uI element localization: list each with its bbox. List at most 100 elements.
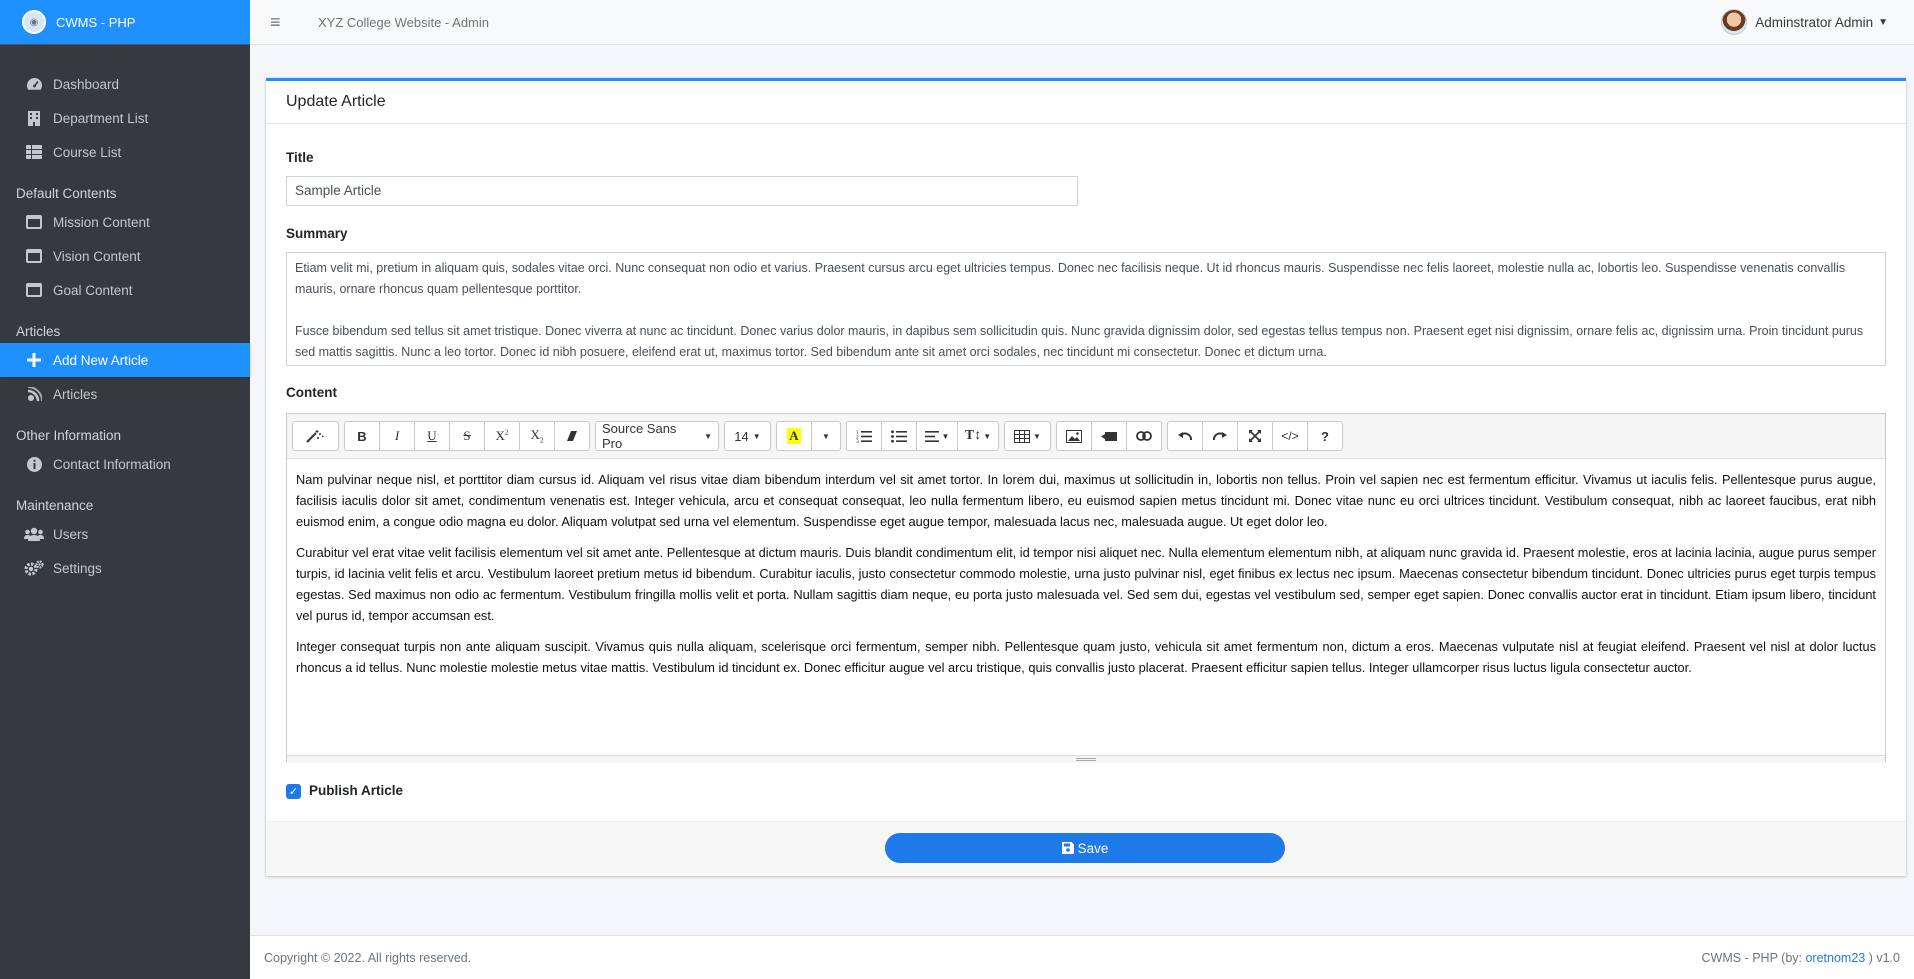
summary-paragraph: Fusce bibendum sed tellus sit amet trist… <box>295 324 1864 359</box>
brand-link[interactable]: ◉ CWMS - PHP <box>0 0 250 45</box>
user-name: Adminstrator Admin <box>1755 14 1874 30</box>
table-icon <box>1014 429 1031 443</box>
save-button-label: Save <box>1077 840 1109 856</box>
paragraph-align-dropdown[interactable]: ▼ <box>916 421 958 451</box>
sidebar-item-label: Contact Information <box>53 456 171 472</box>
publish-article-checkbox[interactable]: ✓ <box>286 784 301 799</box>
text-color-dropdown[interactable]: ▼ <box>811 421 841 451</box>
help-button[interactable]: ? <box>1307 421 1343 451</box>
credit-text: CWMS - PHP (by: oretnom23 ) v1.0 <box>1702 951 1900 965</box>
sidebar-item-label: Department List <box>53 110 149 126</box>
subscript-icon: X2 <box>530 427 544 445</box>
plus-icon <box>24 353 44 367</box>
superscript-icon: X2 <box>495 428 509 443</box>
style-magic-wand-button[interactable] <box>292 421 339 451</box>
video-icon <box>1101 431 1117 441</box>
update-article-card: Update Article Title Sample Article Summ… <box>266 78 1906 876</box>
subscript-button[interactable]: X2 <box>519 421 555 451</box>
hamburger-menu-icon[interactable]: ≡ <box>270 12 310 33</box>
bold-button[interactable]: B <box>344 421 380 451</box>
sidebar-item-settings[interactable]: Settings <box>0 551 250 585</box>
question-icon: ? <box>1321 428 1329 444</box>
insert-picture-button[interactable] <box>1056 421 1092 451</box>
sidebar-item-label: Settings <box>53 560 102 576</box>
insert-link-button[interactable] <box>1126 421 1162 451</box>
strikethrough-button[interactable]: S <box>449 421 485 451</box>
underline-button[interactable]: U <box>414 421 450 451</box>
sidebar-item-users[interactable]: Users <box>0 517 250 551</box>
font-family-dropdown[interactable]: Source Sans Pro ▼ <box>595 421 719 451</box>
sidebar-item-mission-content[interactable]: Mission Content <box>0 205 250 239</box>
font-size-dropdown[interactable]: 14 ▼ <box>724 421 771 451</box>
card-footer: Save <box>266 821 1906 876</box>
summary-textarea[interactable]: Etiam velit mi, pretium in aliquam quis,… <box>286 252 1886 366</box>
author-link[interactable]: oretnom23 <box>1805 951 1865 965</box>
sidebar: ◉ CWMS - PHP Dashboard Department List C… <box>0 0 250 979</box>
users-icon <box>24 527 44 541</box>
credit-suffix: ) v1.0 <box>1865 950 1900 965</box>
line-height-dropdown[interactable]: T↕ ▼ <box>957 421 999 451</box>
sidebar-item-label: Vision Content <box>53 248 141 264</box>
publish-article-label[interactable]: Publish Article <box>309 783 403 798</box>
ordered-list-button[interactable]: 123 <box>846 421 882 451</box>
redo-button[interactable] <box>1202 421 1238 451</box>
picture-icon <box>1066 429 1082 443</box>
sidebar-item-add-new-article[interactable]: Add New Article <box>0 343 250 377</box>
save-button[interactable]: Save <box>885 833 1285 863</box>
caret-down-icon: ▼ <box>704 431 712 441</box>
sidebar-item-label: Dashboard <box>53 76 120 92</box>
sidebar-item-articles[interactable]: Articles <box>0 377 250 411</box>
clear-format-button[interactable] <box>554 421 590 451</box>
content-paragraph: Integer consequat turpis non ante aliqua… <box>296 639 1876 675</box>
sidebar-item-course-list[interactable]: Course List <box>0 135 250 169</box>
code-icon: </> <box>1281 429 1299 443</box>
italic-button[interactable]: I <box>379 421 415 451</box>
sidebar-section-articles: Articles <box>16 324 61 339</box>
summary-label: Summary <box>286 226 348 241</box>
sidebar-nav: Dashboard Department List Course List De… <box>0 67 250 585</box>
gears-icon <box>24 560 44 576</box>
ordered-list-icon: 123 <box>856 430 872 443</box>
editor-resize-handle[interactable] <box>287 755 1885 763</box>
sidebar-item-department-list[interactable]: Department List <box>0 101 250 135</box>
check-icon: ✓ <box>288 786 299 798</box>
italic-icon: I <box>394 428 400 443</box>
summary-paragraph: Etiam velit mi, pretium in aliquam quis,… <box>295 261 1846 296</box>
info-icon <box>24 456 44 472</box>
fullscreen-icon <box>1249 430 1261 442</box>
sidebar-item-contact-information[interactable]: Contact Information <box>0 447 250 481</box>
brand-logo-icon: ◉ <box>22 10 46 34</box>
sidebar-item-dashboard[interactable]: Dashboard <box>0 67 250 101</box>
strikethrough-icon: S <box>463 428 471 443</box>
redo-icon <box>1213 432 1227 441</box>
insert-video-button[interactable] <box>1091 421 1127 451</box>
code-view-button[interactable]: </> <box>1272 421 1308 451</box>
align-left-icon <box>924 430 939 442</box>
user-menu-dropdown[interactable]: Adminstrator Admin ▼ <box>1721 9 1888 35</box>
floppy-disk-icon <box>1061 842 1074 854</box>
copyright-text: Copyright © 2022. All rights reserved. <box>264 950 472 965</box>
sidebar-item-label: Articles <box>53 386 98 402</box>
eraser-icon <box>567 431 577 441</box>
undo-button[interactable] <box>1167 421 1203 451</box>
editor-content-area[interactable]: Nam pulvinar neque nisl, et porttitor di… <box>287 459 1885 755</box>
credit-prefix: CWMS - PHP (by: <box>1701 950 1806 965</box>
table-insert-dropdown[interactable]: ▼ <box>1004 421 1051 451</box>
unordered-list-icon <box>891 429 907 443</box>
card-title: Update Article <box>266 81 1906 124</box>
sidebar-item-vision-content[interactable]: Vision Content <box>0 239 250 273</box>
unordered-list-button[interactable] <box>881 421 917 451</box>
undo-icon <box>1178 432 1192 441</box>
sidebar-section-default-contents: Default Contents <box>16 186 117 201</box>
superscript-button[interactable]: X2 <box>484 421 520 451</box>
content-paragraph: Curabitur vel erat vitae velit facilisis… <box>296 545 1876 623</box>
window-icon <box>24 283 44 297</box>
font-color-icon: A <box>787 428 801 444</box>
text-color-button[interactable]: A <box>776 421 812 451</box>
sidebar-item-goal-content[interactable]: Goal Content <box>0 273 250 307</box>
title-input[interactable]: Sample Article <box>286 176 1078 206</box>
grip-icon <box>1076 758 1096 761</box>
fullscreen-button[interactable] <box>1237 421 1273 451</box>
link-icon <box>1136 431 1152 441</box>
editor-toolbar: B I U S X2 X2 Source Sans Pro ▼ 14 ▼ A ▼… <box>287 414 1885 459</box>
